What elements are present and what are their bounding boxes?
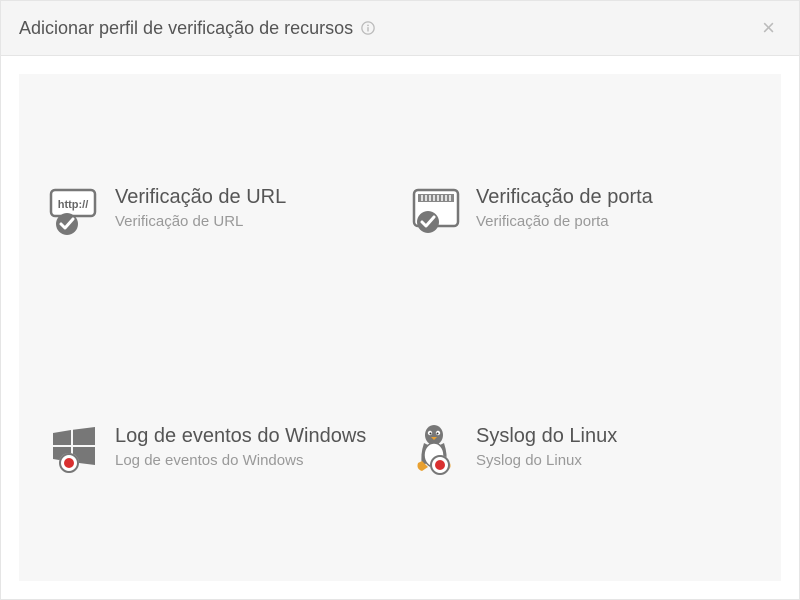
svg-text:http://: http:// — [58, 199, 89, 211]
option-linux-syslog[interactable]: Syslog do Linux Syslog do Linux — [410, 423, 751, 542]
option-text: Verificação de porta Verificação de port… — [476, 184, 653, 230]
option-title: Verificação de porta — [476, 186, 653, 209]
option-title: Log de eventos do Windows — [115, 425, 366, 448]
option-desc: Verificação de porta — [476, 213, 653, 230]
options-panel: http:// Verificação de URL Verificação d… — [19, 74, 781, 581]
option-windows-eventlog[interactable]: Log de eventos do Windows Log de eventos… — [49, 423, 390, 542]
port-check-icon — [410, 184, 462, 236]
modal-header: Adicionar perfil de verificação de recur… — [1, 1, 799, 56]
option-desc: Syslog do Linux — [476, 452, 617, 469]
add-profile-modal: Adicionar perfil de verificação de recur… — [0, 0, 800, 600]
option-text: Verificação de URL Verificação de URL — [115, 184, 286, 230]
option-url-check[interactable]: http:// Verificação de URL Verificação d… — [49, 184, 390, 303]
option-title: Syslog do Linux — [476, 425, 617, 448]
option-port-check[interactable]: Verificação de porta Verificação de port… — [410, 184, 751, 303]
option-desc: Log de eventos do Windows — [115, 452, 366, 469]
modal-title-wrap: Adicionar perfil de verificação de recur… — [19, 18, 375, 39]
modal-title: Adicionar perfil de verificação de recur… — [19, 18, 353, 39]
option-title: Verificação de URL — [115, 186, 286, 209]
option-text: Log de eventos do Windows Log de eventos… — [115, 423, 366, 469]
url-check-icon: http:// — [49, 184, 101, 236]
modal-body: http:// Verificação de URL Verificação d… — [1, 56, 799, 599]
windows-eventlog-icon — [49, 423, 101, 475]
linux-syslog-icon — [410, 423, 462, 475]
option-desc: Verificação de URL — [115, 213, 286, 230]
info-icon[interactable] — [361, 21, 375, 35]
close-button[interactable]: × — [756, 15, 781, 41]
option-text: Syslog do Linux Syslog do Linux — [476, 423, 617, 469]
close-icon: × — [762, 15, 775, 40]
